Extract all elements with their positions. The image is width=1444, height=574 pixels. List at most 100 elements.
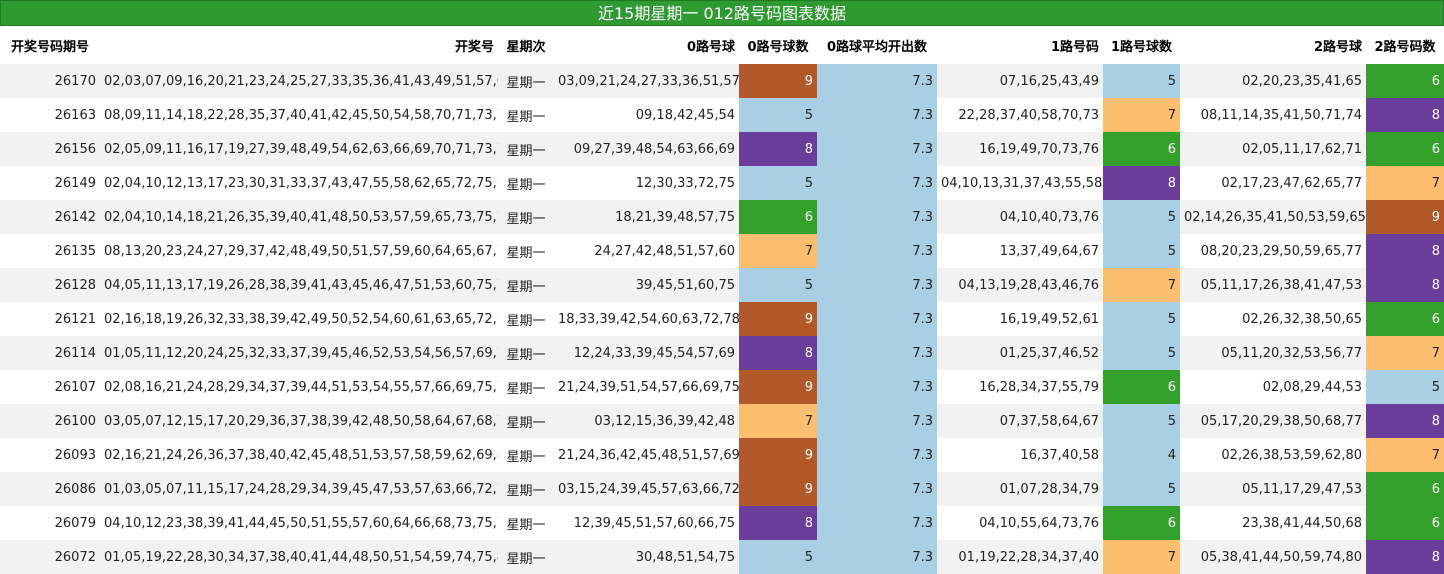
cell-period: 26142	[0, 200, 100, 234]
cell-route0-avg: 7.3	[817, 64, 937, 98]
cell-route1-count: 6	[1103, 370, 1180, 404]
cell-route0-avg: 7.3	[817, 472, 937, 506]
cell-route0-count: 8	[739, 506, 817, 540]
cell-route2-count: 7	[1366, 166, 1444, 200]
cell-route1-count: 5	[1103, 64, 1180, 98]
cell-numbers: 02,04,10,12,13,17,23,30,31,33,37,43,47,5…	[100, 166, 498, 200]
header-route2-count[interactable]: 2路号码数	[1366, 26, 1444, 64]
cell-numbers: 08,13,20,23,24,27,29,37,42,48,49,50,51,5…	[100, 234, 498, 268]
cell-period: 26107	[0, 370, 100, 404]
cell-route0-count: 5	[739, 98, 817, 132]
header-row: 开奖号码期号 开奖号 星期次 0路号球 0路号球数 0路球平均开出数 1路号码 …	[0, 26, 1444, 64]
cell-weekday: 星期一	[498, 336, 554, 370]
cell-numbers: 02,16,21,24,26,36,37,38,40,42,45,48,51,5…	[100, 438, 498, 472]
cell-route1-count: 5	[1103, 234, 1180, 268]
cell-route2-count: 8	[1366, 268, 1444, 302]
header-numbers[interactable]: 开奖号	[100, 26, 498, 64]
cell-route2-count: 8	[1366, 234, 1444, 268]
cell-route0-count: 7	[739, 234, 817, 268]
cell-route1-numbers: 04,10,55,64,73,76	[937, 506, 1103, 540]
cell-route0-avg: 7.3	[817, 268, 937, 302]
cell-weekday: 星期一	[498, 200, 554, 234]
header-weekday[interactable]: 星期次	[498, 26, 554, 64]
table-row: 26135 08,13,20,23,24,27,29,37,42,48,49,5…	[0, 234, 1444, 268]
cell-route0-balls: 12,39,45,51,57,60,66,75	[554, 506, 739, 540]
cell-route0-count: 5	[739, 166, 817, 200]
cell-route0-balls: 21,24,36,42,45,48,51,57,69	[554, 438, 739, 472]
cell-period: 26170	[0, 64, 100, 98]
header-route0-balls[interactable]: 0路号球	[554, 26, 739, 64]
cell-route1-numbers: 13,37,49,64,67	[937, 234, 1103, 268]
cell-route2-balls: 02,05,11,17,62,71	[1180, 132, 1366, 166]
cell-route0-count: 9	[739, 370, 817, 404]
table-row: 26121 02,16,18,19,26,32,33,38,39,42,49,5…	[0, 302, 1444, 336]
cell-period: 26079	[0, 506, 100, 540]
cell-route2-balls: 02,08,29,44,53	[1180, 370, 1366, 404]
cell-route1-numbers: 04,10,40,73,76	[937, 200, 1103, 234]
table-row: 26142 02,04,10,14,18,21,26,35,39,40,41,4…	[0, 200, 1444, 234]
cell-route2-count: 9	[1366, 200, 1444, 234]
header-route0-avg[interactable]: 0路球平均开出数	[817, 26, 937, 64]
cell-route1-count: 7	[1103, 540, 1180, 574]
cell-route0-count: 8	[739, 336, 817, 370]
cell-period: 26149	[0, 166, 100, 200]
cell-route2-balls: 05,11,17,29,47,53	[1180, 472, 1366, 506]
header-period[interactable]: 开奖号码期号	[0, 26, 100, 64]
table-row: 26114 01,05,11,12,20,24,25,32,33,37,39,4…	[0, 336, 1444, 370]
table-row: 26086 01,03,05,07,11,15,17,24,28,29,34,3…	[0, 472, 1444, 506]
cell-route1-numbers: 16,19,49,52,61	[937, 302, 1103, 336]
cell-route0-avg: 7.3	[817, 302, 937, 336]
cell-period: 26086	[0, 472, 100, 506]
cell-route0-balls: 18,21,39,48,57,75	[554, 200, 739, 234]
cell-route0-balls: 39,45,51,60,75	[554, 268, 739, 302]
table-row: 26072 01,05,19,22,28,30,34,37,38,40,41,4…	[0, 540, 1444, 574]
cell-route0-avg: 7.3	[817, 506, 937, 540]
cell-route0-count: 8	[739, 132, 817, 166]
cell-route1-count: 7	[1103, 98, 1180, 132]
table-row: 26149 02,04,10,12,13,17,23,30,31,33,37,4…	[0, 166, 1444, 200]
cell-numbers: 02,16,18,19,26,32,33,38,39,42,49,50,52,5…	[100, 302, 498, 336]
cell-weekday: 星期一	[498, 268, 554, 302]
table-row: 26093 02,16,21,24,26,36,37,38,40,42,45,4…	[0, 438, 1444, 472]
cell-route1-count: 5	[1103, 302, 1180, 336]
cell-route1-numbers: 07,37,58,64,67	[937, 404, 1103, 438]
cell-route1-count: 5	[1103, 200, 1180, 234]
header-route1-numbers[interactable]: 1路号码	[937, 26, 1103, 64]
cell-route1-count: 5	[1103, 336, 1180, 370]
cell-route1-count: 6	[1103, 132, 1180, 166]
table-row: 26100 03,05,07,12,15,17,20,29,36,37,38,3…	[0, 404, 1444, 438]
cell-route2-balls: 05,17,20,29,38,50,68,77	[1180, 404, 1366, 438]
cell-route0-avg: 7.3	[817, 234, 937, 268]
cell-period: 26114	[0, 336, 100, 370]
cell-route2-count: 7	[1366, 438, 1444, 472]
cell-route2-count: 6	[1366, 64, 1444, 98]
cell-route0-balls: 03,15,24,39,45,57,63,66,72	[554, 472, 739, 506]
cell-route1-numbers: 01,25,37,46,52	[937, 336, 1103, 370]
cell-weekday: 星期一	[498, 472, 554, 506]
cell-route1-numbers: 16,37,40,58	[937, 438, 1103, 472]
cell-route1-count: 6	[1103, 506, 1180, 540]
table-row: 26107 02,08,16,21,24,28,29,34,37,39,44,5…	[0, 370, 1444, 404]
cell-weekday: 星期一	[498, 234, 554, 268]
cell-route0-count: 9	[739, 438, 817, 472]
cell-route0-avg: 7.3	[817, 166, 937, 200]
header-route1-count[interactable]: 1路号球数	[1103, 26, 1180, 64]
header-route0-count[interactable]: 0路号球数	[739, 26, 817, 64]
cell-period: 26072	[0, 540, 100, 574]
cell-route0-count: 9	[739, 472, 817, 506]
cell-route1-numbers: 07,16,25,43,49	[937, 64, 1103, 98]
cell-numbers: 01,03,05,07,11,15,17,24,28,29,34,39,45,4…	[100, 472, 498, 506]
cell-route2-balls: 05,11,20,32,53,56,77	[1180, 336, 1366, 370]
table-row: 26163 08,09,11,14,18,22,28,35,37,40,41,4…	[0, 98, 1444, 132]
cell-numbers: 04,05,11,13,17,19,26,28,38,39,41,43,45,4…	[100, 268, 498, 302]
cell-numbers: 08,09,11,14,18,22,28,35,37,40,41,42,45,5…	[100, 98, 498, 132]
cell-route2-count: 8	[1366, 98, 1444, 132]
cell-route0-count: 6	[739, 200, 817, 234]
cell-route1-count: 4	[1103, 438, 1180, 472]
cell-numbers: 04,10,12,23,38,39,41,44,45,50,51,55,57,6…	[100, 506, 498, 540]
cell-period: 26121	[0, 302, 100, 336]
header-route2-balls[interactable]: 2路号球	[1180, 26, 1366, 64]
cell-weekday: 星期一	[498, 166, 554, 200]
cell-numbers: 01,05,11,12,20,24,25,32,33,37,39,45,46,5…	[100, 336, 498, 370]
cell-numbers: 02,03,07,09,16,20,21,23,24,25,27,33,35,3…	[100, 64, 498, 98]
